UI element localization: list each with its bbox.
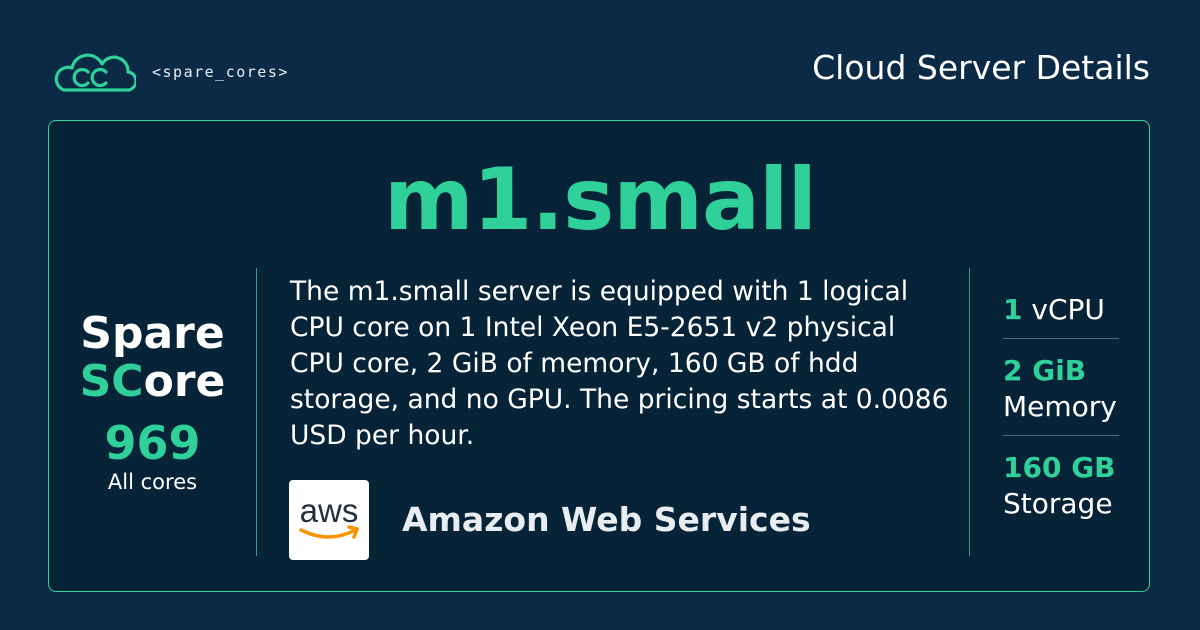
server-description: The m1.small server is equipped with 1 l… [290, 276, 949, 451]
score-title-line1: Spare [80, 308, 225, 359]
score-title-line2: SCore [55, 358, 250, 406]
aws-logo-text: aws [300, 492, 359, 529]
brand-name: <spare_cores> [152, 63, 289, 81]
specs-panel: 1 vCPU 2 GiB Memory 160 GB Storage [1003, 292, 1119, 522]
spec-memory-value: 2 GiB [1003, 354, 1087, 387]
score-title-rest: ore [143, 356, 226, 407]
spec-storage: 160 GB Storage [1003, 450, 1119, 522]
page-title: Cloud Server Details [812, 48, 1150, 87]
spec-memory-label: Memory [1003, 390, 1117, 423]
spec-vcpu-value: 1 [1003, 293, 1023, 326]
score-panel: Spare SCore 969 All cores [55, 308, 250, 495]
vendor-name: Amazon Web Services [402, 500, 811, 539]
aws-logo-icon: aws [289, 480, 369, 560]
spec-vcpu-label: vCPU [1031, 293, 1105, 326]
spec-vcpu: 1 vCPU [1003, 292, 1119, 328]
spec-memory: 2 GiB Memory [1003, 353, 1119, 425]
server-name: m1.small [384, 150, 817, 250]
spec-storage-value: 160 GB [1003, 451, 1116, 484]
spec-storage-label: Storage [1003, 487, 1113, 520]
spare-cores-logo-icon [54, 53, 136, 92]
spec-divider [1003, 435, 1119, 436]
divider-left [256, 268, 257, 556]
score-label: All cores [107, 470, 198, 494]
divider-right [969, 268, 970, 556]
score-title-accent: SC [79, 356, 144, 407]
spec-divider [1003, 338, 1119, 339]
score-value: 969 [104, 416, 201, 470]
